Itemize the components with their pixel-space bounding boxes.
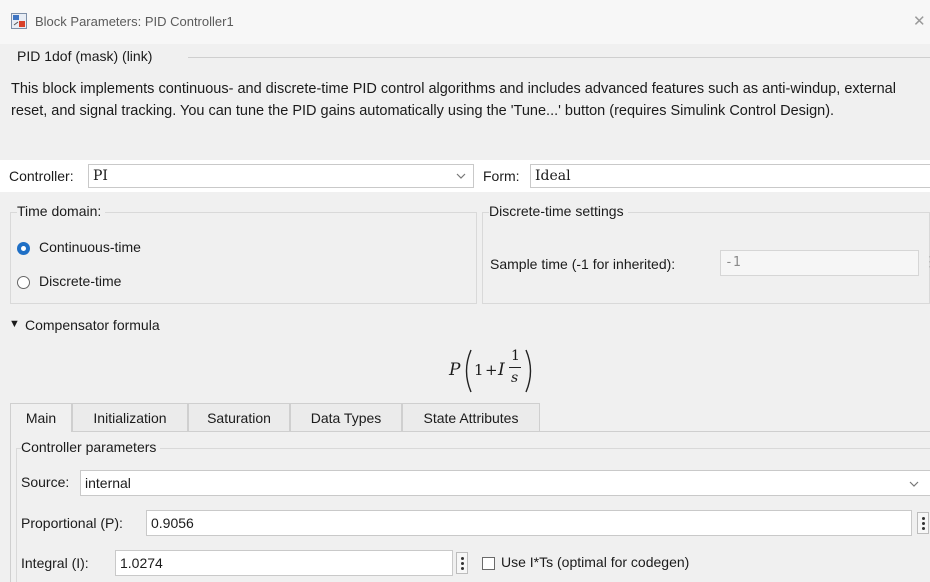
compensator-formula: P 1 + I 1 s [445,345,545,397]
tab-initialization[interactable]: Initialization [72,403,188,431]
close-icon[interactable]: ✕ [913,12,926,30]
mask-title: PID 1dof (mask) (link) [17,48,153,64]
title-bar: Block Parameters: PID Controller1 ✕ [0,0,930,44]
form-value: Ideal [535,168,571,184]
proportional-input[interactable]: 0.9056 [146,510,912,536]
time-domain-title: Time domain: [17,203,106,219]
proportional-label: Proportional (P): [21,515,123,531]
radio-selected-icon[interactable] [17,242,30,255]
discrete-settings-title: Discrete-time settings [489,203,628,219]
sample-time-input: -1 [720,250,919,276]
form-field[interactable]: Ideal [530,164,930,188]
formula-i: I [498,360,505,380]
radio-unselected-icon[interactable] [17,276,30,289]
source-label: Source: [21,474,70,490]
divider [188,57,930,58]
right-paren-icon [525,349,532,393]
source-value: internal [85,475,131,491]
fraction-bar [509,367,521,368]
tab-main[interactable]: Main [10,403,72,432]
proportional-value: 0.9056 [151,515,194,531]
integral-input[interactable]: 1.0274 [115,550,453,576]
tab-state-attributes[interactable]: State Attributes [402,403,540,431]
time-domain-group [10,212,477,304]
discrete-time-option[interactable]: Discrete-time [39,273,121,289]
source-dropdown[interactable]: internal [80,470,930,496]
integral-label: Integral (I): [21,555,89,571]
formula-denominator: s [511,370,519,386]
use-its-label[interactable]: Use I*Ts (optimal for codegen) [501,554,689,570]
kebab-menu-icon: ⋮ [923,253,930,269]
integral-menu-kebab-icon[interactable] [456,552,468,574]
tab-data-types[interactable]: Data Types [290,403,402,431]
controller-parameters-title: Controller parameters [21,439,161,455]
window-title: Block Parameters: PID Controller1 [35,14,234,29]
proportional-menu-kebab-icon[interactable] [917,512,929,534]
controller-value: PI [93,168,108,184]
formula-plus: + [485,361,498,379]
sample-time-value: -1 [725,255,741,270]
triangle-down-icon[interactable]: ▼ [9,318,20,330]
left-paren-icon [465,349,472,393]
controller-label: Controller: [9,168,74,184]
controller-dropdown[interactable]: PI [88,164,474,188]
continuous-time-option[interactable]: Continuous-time [39,239,141,255]
sample-time-label: Sample time (-1 for inherited): [490,256,676,272]
form-label: Form: [483,168,520,184]
formula-p: P [449,360,461,380]
chevron-down-icon [909,481,919,487]
simulink-block-icon [11,13,27,29]
formula-one: 1 [474,361,484,379]
compensator-formula-toggle[interactable]: Compensator formula [25,317,160,333]
integral-value: 1.0274 [120,555,163,571]
block-description: This block implements continuous- and di… [11,81,896,119]
formula-numerator: 1 [511,348,520,364]
tab-saturation[interactable]: Saturation [188,403,290,431]
chevron-down-icon [456,173,466,179]
checkbox-icon[interactable] [482,557,495,570]
